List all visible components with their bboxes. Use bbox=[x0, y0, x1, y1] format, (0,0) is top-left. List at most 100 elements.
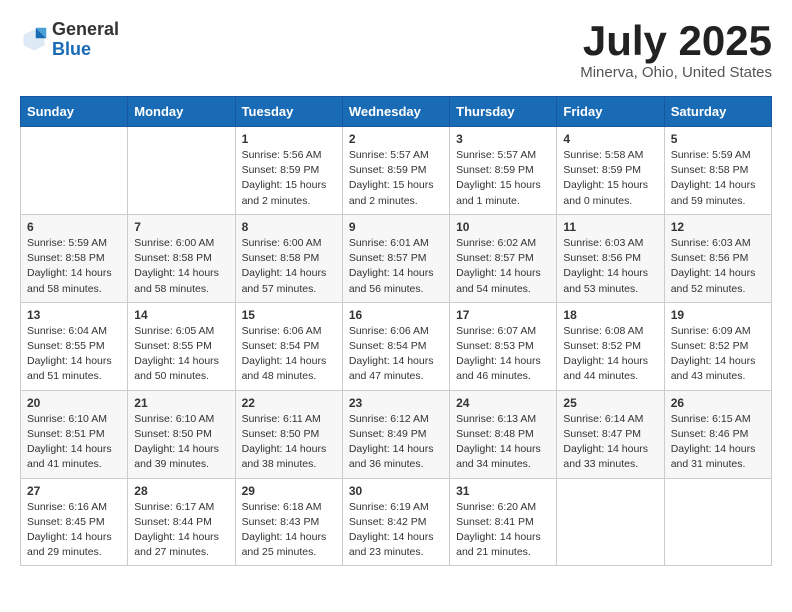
day-info: Sunrise: 6:20 AM Sunset: 8:41 PM Dayligh… bbox=[456, 500, 550, 561]
logo-text: General Blue bbox=[52, 20, 119, 60]
day-number: 22 bbox=[242, 396, 336, 410]
day-number: 25 bbox=[563, 396, 657, 410]
day-info: Sunrise: 6:01 AM Sunset: 8:57 PM Dayligh… bbox=[349, 236, 443, 297]
day-info: Sunrise: 6:03 AM Sunset: 8:56 PM Dayligh… bbox=[563, 236, 657, 297]
day-number: 2 bbox=[349, 132, 443, 146]
calendar-day-cell: 24 Sunrise: 6:13 AM Sunset: 8:48 PM Dayli… bbox=[450, 390, 557, 478]
weekday-header-row: SundayMondayTuesdayWednesdayThursdayFrid… bbox=[21, 97, 772, 127]
day-number: 16 bbox=[349, 308, 443, 322]
day-number: 23 bbox=[349, 396, 443, 410]
day-info: Sunrise: 6:14 AM Sunset: 8:47 PM Dayligh… bbox=[563, 412, 657, 473]
calendar-day-cell: 19Sunrise: 6:09 AM Sunset: 8:52 PM Dayli… bbox=[664, 302, 771, 390]
logo-icon bbox=[20, 26, 48, 54]
day-number: 1 bbox=[242, 132, 336, 146]
day-number: 15 bbox=[242, 308, 336, 322]
day-info: Sunrise: 6:09 AM Sunset: 8:52 PM Dayligh… bbox=[671, 324, 765, 385]
day-info: Sunrise: 6:15 AM Sunset: 8:46 PM Dayligh… bbox=[671, 412, 765, 473]
weekday-header: Thursday bbox=[450, 97, 557, 127]
weekday-header: Saturday bbox=[664, 97, 771, 127]
calendar-day-cell: 16 Sunrise: 6:06 AM Sunset: 8:54 PM Dayli… bbox=[342, 302, 449, 390]
day-number: 27 bbox=[27, 484, 121, 498]
day-info: Sunrise: 6:08 AM Sunset: 8:52 PM Dayligh… bbox=[563, 324, 657, 385]
day-number: 18 bbox=[563, 308, 657, 322]
calendar-day-cell: 17Sunrise: 6:07 AM Sunset: 8:53 PM Dayli… bbox=[450, 302, 557, 390]
calendar-day-cell: 27 Sunrise: 6:16 AM Sunset: 8:45 PM Dayli… bbox=[21, 478, 128, 566]
calendar-day-cell: 12 Sunrise: 6:03 AM Sunset: 8:56 PM Dayli… bbox=[664, 214, 771, 302]
calendar-table: SundayMondayTuesdayWednesdayThursdayFrid… bbox=[20, 96, 772, 566]
calendar-day-cell: 2Sunrise: 5:57 AM Sunset: 8:59 PM Daylig… bbox=[342, 127, 449, 215]
logo: General Blue bbox=[20, 20, 119, 60]
day-number: 21 bbox=[134, 396, 228, 410]
title-block: July 2025 Minerva, Ohio, United States bbox=[580, 20, 772, 81]
calendar-day-cell bbox=[664, 478, 771, 566]
calendar-day-cell: 9Sunrise: 6:01 AM Sunset: 8:57 PM Daylig… bbox=[342, 214, 449, 302]
day-number: 4 bbox=[563, 132, 657, 146]
calendar-week-row: 27 Sunrise: 6:16 AM Sunset: 8:45 PM Dayli… bbox=[21, 478, 772, 566]
day-info: Sunrise: 6:06 AM Sunset: 8:54 PM Dayligh… bbox=[242, 324, 336, 385]
calendar-day-cell: 15 Sunrise: 6:06 AM Sunset: 8:54 PM Dayli… bbox=[235, 302, 342, 390]
calendar-day-cell: 3Sunrise: 5:57 AM Sunset: 8:59 PM Daylig… bbox=[450, 127, 557, 215]
day-number: 10 bbox=[456, 220, 550, 234]
day-info: Sunrise: 6:19 AM Sunset: 8:42 PM Dayligh… bbox=[349, 500, 443, 561]
day-number: 20 bbox=[27, 396, 121, 410]
calendar-day-cell: 21Sunrise: 6:10 AM Sunset: 8:50 PM Dayli… bbox=[128, 390, 235, 478]
weekday-header: Sunday bbox=[21, 97, 128, 127]
month-title: July 2025 bbox=[580, 20, 772, 62]
day-number: 12 bbox=[671, 220, 765, 234]
calendar-week-row: 6Sunrise: 5:59 AM Sunset: 8:58 PM Daylig… bbox=[21, 214, 772, 302]
calendar-day-cell: 10 Sunrise: 6:02 AM Sunset: 8:57 PM Dayli… bbox=[450, 214, 557, 302]
day-number: 14 bbox=[134, 308, 228, 322]
day-info: Sunrise: 5:59 AM Sunset: 8:58 PM Dayligh… bbox=[671, 148, 765, 209]
day-number: 24 bbox=[456, 396, 550, 410]
calendar-day-cell: 14 Sunrise: 6:05 AM Sunset: 8:55 PM Dayli… bbox=[128, 302, 235, 390]
calendar-day-cell: 6Sunrise: 5:59 AM Sunset: 8:58 PM Daylig… bbox=[21, 214, 128, 302]
calendar-week-row: 1 Sunrise: 5:56 AM Sunset: 8:59 PM Daylig… bbox=[21, 127, 772, 215]
calendar-day-cell: 8 Sunrise: 6:00 AM Sunset: 8:58 PM Daylig… bbox=[235, 214, 342, 302]
day-info: Sunrise: 6:12 AM Sunset: 8:49 PM Dayligh… bbox=[349, 412, 443, 473]
day-number: 3 bbox=[456, 132, 550, 146]
day-info: Sunrise: 6:10 AM Sunset: 8:51 PM Dayligh… bbox=[27, 412, 121, 473]
calendar-day-cell: 5 Sunrise: 5:59 AM Sunset: 8:58 PM Daylig… bbox=[664, 127, 771, 215]
day-info: Sunrise: 6:07 AM Sunset: 8:53 PM Dayligh… bbox=[456, 324, 550, 385]
day-info: Sunrise: 6:02 AM Sunset: 8:57 PM Dayligh… bbox=[456, 236, 550, 297]
day-number: 13 bbox=[27, 308, 121, 322]
weekday-header: Monday bbox=[128, 97, 235, 127]
day-info: Sunrise: 6:17 AM Sunset: 8:44 PM Dayligh… bbox=[134, 500, 228, 561]
day-info: Sunrise: 6:04 AM Sunset: 8:55 PM Dayligh… bbox=[27, 324, 121, 385]
day-info: Sunrise: 6:00 AM Sunset: 8:58 PM Dayligh… bbox=[242, 236, 336, 297]
calendar-day-cell: 20 Sunrise: 6:10 AM Sunset: 8:51 PM Dayli… bbox=[21, 390, 128, 478]
calendar-day-cell bbox=[128, 127, 235, 215]
day-number: 28 bbox=[134, 484, 228, 498]
calendar-day-cell bbox=[21, 127, 128, 215]
calendar-day-cell: 7 Sunrise: 6:00 AM Sunset: 8:58 PM Daylig… bbox=[128, 214, 235, 302]
weekday-header: Friday bbox=[557, 97, 664, 127]
day-number: 11 bbox=[563, 220, 657, 234]
day-info: Sunrise: 5:56 AM Sunset: 8:59 PM Dayligh… bbox=[242, 148, 336, 209]
day-info: Sunrise: 6:05 AM Sunset: 8:55 PM Dayligh… bbox=[134, 324, 228, 385]
day-number: 30 bbox=[349, 484, 443, 498]
calendar-day-cell: 31 Sunrise: 6:20 AM Sunset: 8:41 PM Dayli… bbox=[450, 478, 557, 566]
calendar-day-cell bbox=[557, 478, 664, 566]
day-info: Sunrise: 6:16 AM Sunset: 8:45 PM Dayligh… bbox=[27, 500, 121, 561]
day-number: 5 bbox=[671, 132, 765, 146]
day-info: Sunrise: 6:18 AM Sunset: 8:43 PM Dayligh… bbox=[242, 500, 336, 561]
calendar-day-cell: 1 Sunrise: 5:56 AM Sunset: 8:59 PM Daylig… bbox=[235, 127, 342, 215]
weekday-header: Wednesday bbox=[342, 97, 449, 127]
day-number: 31 bbox=[456, 484, 550, 498]
day-info: Sunrise: 6:06 AM Sunset: 8:54 PM Dayligh… bbox=[349, 324, 443, 385]
day-info: Sunrise: 6:11 AM Sunset: 8:50 PM Dayligh… bbox=[242, 412, 336, 473]
day-number: 8 bbox=[242, 220, 336, 234]
calendar-day-cell: 18 Sunrise: 6:08 AM Sunset: 8:52 PM Dayli… bbox=[557, 302, 664, 390]
day-info: Sunrise: 6:13 AM Sunset: 8:48 PM Dayligh… bbox=[456, 412, 550, 473]
day-info: Sunrise: 6:00 AM Sunset: 8:58 PM Dayligh… bbox=[134, 236, 228, 297]
calendar-day-cell: 25 Sunrise: 6:14 AM Sunset: 8:47 PM Dayli… bbox=[557, 390, 664, 478]
calendar-day-cell: 29Sunrise: 6:18 AM Sunset: 8:43 PM Dayli… bbox=[235, 478, 342, 566]
calendar-day-cell: 28 Sunrise: 6:17 AM Sunset: 8:44 PM Dayli… bbox=[128, 478, 235, 566]
calendar-week-row: 13 Sunrise: 6:04 AM Sunset: 8:55 PM Dayli… bbox=[21, 302, 772, 390]
calendar-day-cell: 11 Sunrise: 6:03 AM Sunset: 8:56 PM Dayli… bbox=[557, 214, 664, 302]
calendar-day-cell: 26Sunrise: 6:15 AM Sunset: 8:46 PM Dayli… bbox=[664, 390, 771, 478]
day-info: Sunrise: 6:03 AM Sunset: 8:56 PM Dayligh… bbox=[671, 236, 765, 297]
page-header: General Blue July 2025 Minerva, Ohio, Un… bbox=[20, 20, 772, 81]
day-number: 7 bbox=[134, 220, 228, 234]
calendar-day-cell: 22 Sunrise: 6:11 AM Sunset: 8:50 PM Dayli… bbox=[235, 390, 342, 478]
